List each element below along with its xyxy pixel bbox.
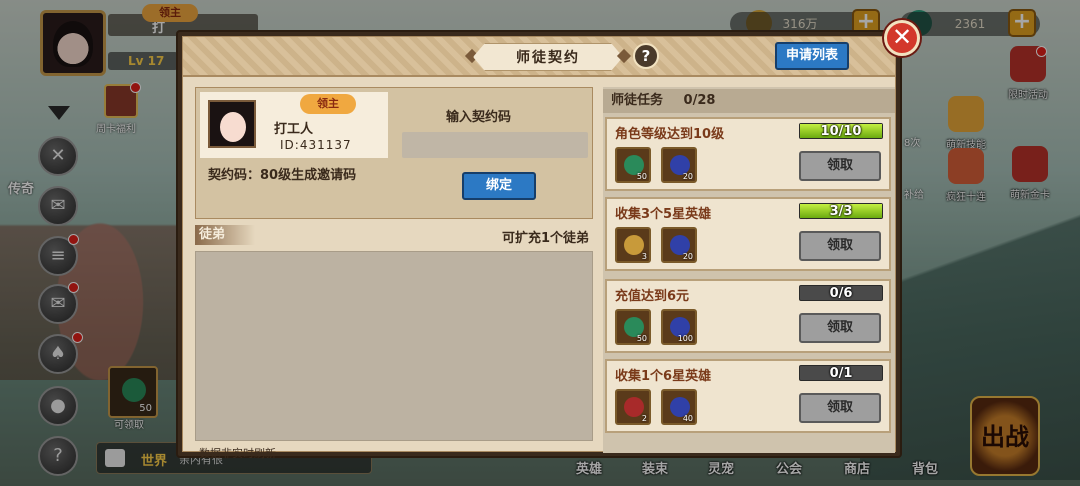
task-name: 收集1个6星英雄 (615, 369, 712, 384)
mentor-contract-dialog: 师徒契约 ? 申请列表 领主 打工人 ID:431137 契约码：80级生成邀请… (176, 30, 902, 460)
task-progress-text: 3/3 (829, 204, 853, 219)
claim-button[interactable]: 领取 (799, 393, 881, 423)
reward-item[interactable]: 50 (615, 309, 651, 345)
reward-qty: 50 (636, 172, 647, 181)
contract-code-input[interactable] (402, 132, 588, 158)
reward-qty: 40 (682, 414, 693, 423)
reward-qty: 100 (677, 334, 693, 343)
task-row: 角色等级达到10级 10/10 50 20 领取 (605, 117, 891, 191)
reward-qty: 20 (682, 172, 693, 181)
reward-item[interactable]: 100 (661, 309, 697, 345)
reward-item[interactable]: 2 (615, 389, 651, 425)
task-name: 充值达到6元 (615, 289, 690, 304)
close-button[interactable]: ✕ (884, 20, 920, 56)
reward-qty: 3 (641, 252, 647, 261)
profile-card: 领主 打工人 ID:431137 (200, 92, 388, 158)
dialog-header: 师徒契约 ? 申请列表 (183, 37, 895, 77)
tasks-title: 师徒任务 (611, 93, 664, 108)
reward-item[interactable]: 3 (615, 227, 651, 263)
profile-name: 打工人 (274, 122, 314, 137)
task-progress-bar: 3/3 (799, 203, 883, 219)
profile-id: ID:431137 (280, 138, 352, 152)
tasks-header: 师徒任务 0/28 (603, 89, 895, 113)
reward-item[interactable]: 50 (615, 147, 651, 183)
task-progress-text: 0/1 (829, 366, 853, 381)
tasks-count: 0/28 (683, 93, 716, 108)
bind-button[interactable]: 绑定 (462, 172, 536, 200)
task-progress-bar: 0/1 (799, 365, 883, 381)
mentor-panel: 领主 打工人 ID:431137 契约码：80级生成邀请码 输入契约码 绑定 徒… (195, 87, 595, 447)
claim-button[interactable]: 领取 (799, 151, 881, 181)
task-row: 充值达到6元 0/6 50 100 领取 (605, 279, 891, 353)
lord-badge: 领主 (300, 94, 356, 114)
apply-list-button[interactable]: 申请列表 (775, 42, 849, 70)
claim-button[interactable]: 领取 (799, 231, 881, 261)
reward-item[interactable]: 20 (661, 227, 697, 263)
apprentice-title: 徒弟 (195, 225, 255, 245)
reward-item[interactable]: 40 (661, 389, 697, 425)
task-progress-bar: 0/6 (799, 285, 883, 301)
contract-code-text: 契约码：80级生成邀请码 (208, 168, 357, 183)
apprentice-capacity: 可扩充1个徒弟 (501, 231, 589, 246)
avatar-face (220, 112, 246, 142)
reward-item[interactable]: 20 (661, 147, 697, 183)
task-row: 收集1个6星英雄 0/1 2 40 领取 (605, 359, 891, 433)
task-name: 收集3个5星英雄 (615, 207, 712, 222)
task-progress-text: 0/6 (829, 286, 853, 301)
apprentice-header: 徒弟 可扩充1个徒弟 (195, 225, 593, 246)
profile-avatar[interactable] (208, 100, 256, 148)
task-row: 收集3个5星英雄 3/3 3 20 领取 (605, 197, 891, 271)
reward-qty: 2 (641, 414, 647, 423)
help-icon[interactable]: ? (633, 43, 659, 69)
claim-button[interactable]: 领取 (799, 313, 881, 343)
dialog-body: 师徒契约 ? 申请列表 领主 打工人 ID:431137 契约码：80级生成邀请… (182, 36, 896, 460)
task-name: 角色等级达到10级 (615, 127, 725, 142)
reward-qty: 20 (682, 252, 693, 261)
contract-card: 领主 打工人 ID:431137 契约码：80级生成邀请码 输入契约码 绑定 (195, 87, 593, 219)
task-progress-bar: 10/10 (799, 123, 883, 139)
apprentice-list (195, 251, 593, 441)
task-progress-text: 10/10 (820, 124, 862, 139)
reward-qty: 50 (636, 334, 647, 343)
dialog-title: 师徒契约 (473, 43, 623, 71)
tasks-panel: 师徒任务 0/28 角色等级达到10级 10/10 50 20 领取 收集3个5星英雄 3/… (603, 87, 895, 453)
data-notice: 数据非实时刷新 (199, 447, 276, 460)
input-label: 输入契约码 (446, 110, 512, 125)
